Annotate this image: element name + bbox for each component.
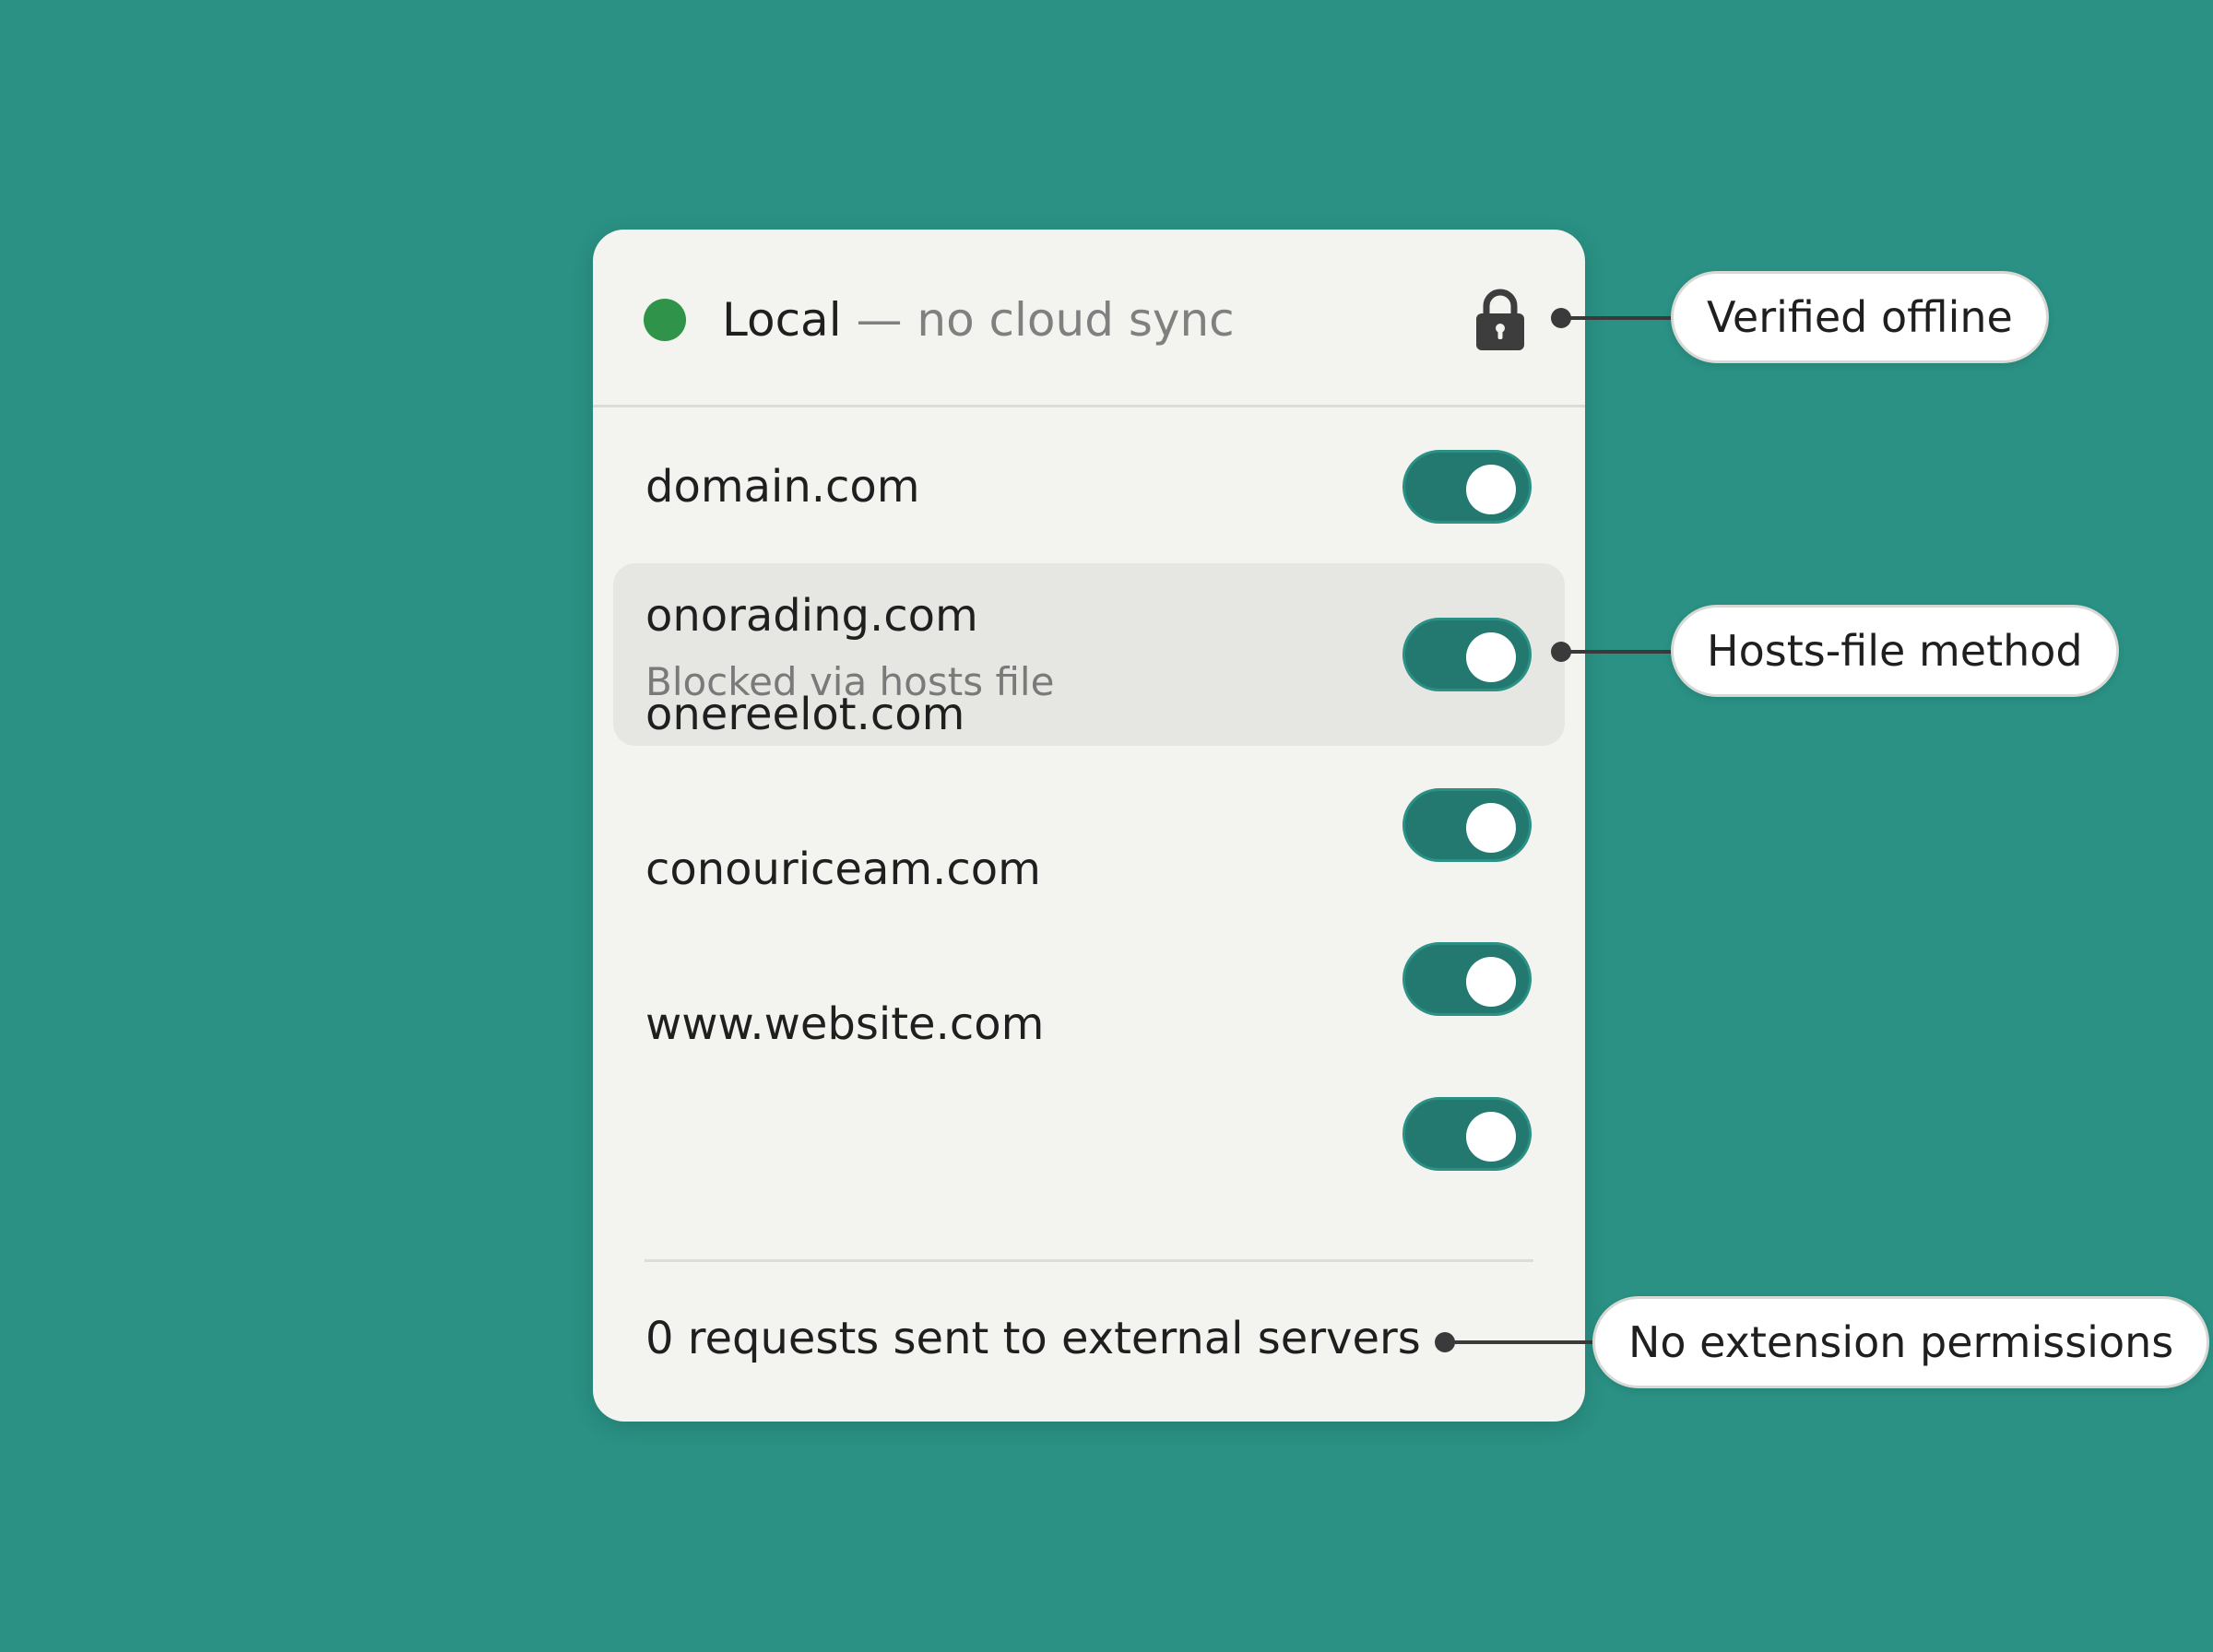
connector-line-verified [1560, 316, 1673, 320]
domain-label: conouriceam.com [645, 844, 1041, 895]
toggle-knob [1466, 957, 1516, 1007]
callout-hosts-file-method: Hosts-file method [1671, 605, 2119, 697]
toggle-conouriceam-com[interactable] [1402, 942, 1532, 1016]
blocklist-panel: Local — no cloud sync domain.com onoradi… [593, 230, 1585, 1422]
domain-label: onereelot.com [645, 689, 965, 740]
header-title-secondary: — no cloud sync [841, 293, 1235, 347]
toggle-knob [1466, 632, 1516, 682]
connector-line-permissions [1444, 1340, 1595, 1344]
toggle-knob [1466, 1112, 1516, 1162]
toggle-knob [1466, 465, 1516, 514]
header-title-primary: Local [722, 293, 842, 347]
domain-label: www.website.com [645, 998, 1045, 1050]
footer-status-text: 0 requests sent to external servers [645, 1313, 1421, 1364]
toggle-onereelot-com[interactable] [1402, 788, 1532, 862]
toggle-knob [1466, 803, 1516, 853]
panel-header: Local — no cloud sync [593, 230, 1585, 407]
connector-line-hosts [1560, 650, 1673, 654]
domain-label: onorading.com [645, 590, 978, 642]
toggle-domain-com[interactable] [1402, 450, 1532, 524]
footer-divider [645, 1259, 1533, 1262]
status-dot-icon [644, 299, 686, 341]
lock-icon [1476, 289, 1524, 350]
toggle-onorading-com[interactable] [1402, 618, 1532, 691]
header-title: Local — no cloud sync [722, 294, 1235, 346]
domain-label: domain.com [645, 461, 920, 513]
toggle-www-website-com[interactable] [1402, 1097, 1532, 1171]
callout-no-extension-permissions: No extension permissions [1592, 1296, 2210, 1388]
callout-verified-offline: Verified offline [1671, 271, 2049, 363]
